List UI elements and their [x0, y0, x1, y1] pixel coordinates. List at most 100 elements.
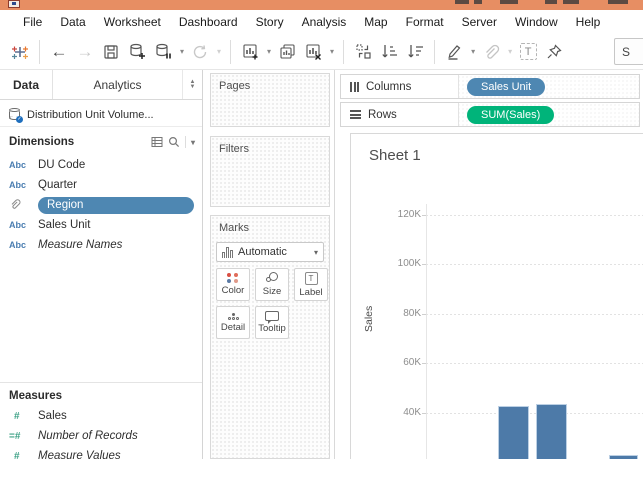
menu-item-server[interactable]: Server	[453, 12, 506, 32]
sheet-region: Columns Sales Unit Rows SUM(Sales) Sheet…	[336, 70, 643, 459]
size-button[interactable]: Size	[255, 268, 289, 301]
duplicate-sheet-icon[interactable]	[277, 39, 297, 65]
menu-item-dashboard[interactable]: Dashboard	[170, 12, 247, 32]
detail-icon	[227, 312, 239, 320]
show-me-button[interactable]: S	[614, 38, 643, 65]
titlebar-text-fragment	[500, 0, 518, 4]
columns-shelf[interactable]: Columns Sales Unit	[340, 74, 640, 99]
color-button[interactable]: Color	[216, 268, 250, 301]
filters-shelf[interactable]: Filters	[210, 136, 330, 207]
field-number-of-records[interactable]: =# Number of Records	[0, 426, 202, 446]
text-label-icon[interactable]: T	[519, 43, 537, 60]
gridline	[426, 264, 643, 265]
y-tick-label: 40K	[403, 407, 421, 418]
titlebar-text-fragment	[455, 0, 469, 4]
gridline	[426, 413, 643, 414]
pane-sort-icon[interactable]: ▲ ▼	[182, 70, 202, 99]
datasource-name: Distribution Unit Volume...	[27, 108, 154, 121]
bar-mark[interactable]	[498, 406, 529, 459]
label-icon: T	[304, 271, 318, 285]
tab-data[interactable]: Data	[0, 70, 54, 99]
field-pill-region[interactable]: Region	[38, 196, 194, 214]
redo-icon[interactable]: →	[75, 39, 95, 65]
pages-shelf[interactable]: Pages	[210, 73, 330, 127]
pause-updates-dropdown-caret[interactable]: ▾	[180, 47, 184, 56]
axis-tick	[422, 215, 426, 216]
mark-type-caret: ▾	[313, 247, 318, 257]
tooltip-button[interactable]: Tooltip	[255, 306, 289, 339]
run-updates-dropdown-caret[interactable]: ▾	[217, 47, 221, 56]
field-region-selected[interactable]: Region	[0, 195, 202, 215]
paperclip-dropdown-caret[interactable]: ▾	[508, 47, 512, 56]
view-as-list-icon[interactable]	[151, 136, 163, 148]
field-quarter[interactable]: Abc Quarter	[0, 175, 202, 195]
mark-type-dropdown[interactable]: Automatic ▾	[216, 242, 324, 262]
screenshot-bottom-whitespace	[0, 459, 643, 486]
undo-icon[interactable]: ←	[49, 39, 69, 65]
marks-card: Marks Automatic ▾ Color Size T Label Det…	[210, 215, 330, 459]
clear-sheet-dropdown-caret[interactable]: ▾	[330, 47, 334, 56]
rows-shelf-label-zone: Rows	[341, 103, 459, 126]
bar-mark[interactable]	[536, 404, 567, 459]
pill-sales-unit[interactable]: Sales Unit	[467, 77, 546, 96]
menu-item-window[interactable]: Window	[506, 12, 567, 32]
field-measure-values[interactable]: # Measure Values	[0, 446, 202, 459]
toolbar-separator	[434, 39, 436, 64]
rows-icon	[350, 110, 361, 119]
field-sales-unit[interactable]: Abc Sales Unit	[0, 215, 202, 235]
menu-item-worksheet[interactable]: Worksheet	[95, 12, 170, 32]
tab-analytics[interactable]: Analytics	[53, 70, 182, 99]
pane-divider	[0, 382, 202, 383]
datasource-item[interactable]: ✓ Distribution Unit Volume...	[0, 103, 202, 127]
run-auto-updates-icon[interactable]	[190, 39, 210, 65]
pause-auto-updates-icon[interactable]	[153, 39, 173, 65]
save-icon[interactable]	[101, 39, 121, 65]
toolbar-separator	[343, 39, 345, 64]
field-sales[interactable]: # Sales	[0, 406, 202, 426]
field-measure-names[interactable]: Abc Measure Names	[0, 235, 202, 255]
menu-item-map[interactable]: Map	[355, 12, 396, 32]
menu-item-analysis[interactable]: Analysis	[293, 12, 356, 32]
detail-button[interactable]: Detail	[216, 306, 250, 339]
sheet-title: Sheet 1	[369, 147, 421, 164]
worksheet-view[interactable]: Sheet 1 Sales 120K 100K 80K 60K 40K	[350, 133, 643, 459]
gridline	[426, 215, 643, 216]
menu-item-file[interactable]: File	[14, 12, 51, 32]
number-icon: #	[14, 450, 20, 460]
new-worksheet-dropdown-caret[interactable]: ▾	[267, 47, 271, 56]
paperclip-icon[interactable]	[481, 39, 501, 65]
highlighter-icon[interactable]	[444, 39, 464, 65]
y-tick-label: 80K	[403, 308, 421, 319]
gridline	[426, 363, 643, 364]
menu-item-data[interactable]: Data	[51, 12, 94, 32]
dimensions-menu-caret[interactable]: ▾	[191, 138, 195, 147]
search-icon[interactable]	[168, 136, 180, 148]
rows-shelf[interactable]: Rows SUM(Sales)	[340, 102, 640, 127]
toolbar: ← → ▾ ▾ ▾ ▾ ▾ ▾ T	[0, 34, 643, 70]
swap-rows-columns-icon[interactable]	[353, 39, 373, 65]
pill-sum-sales[interactable]: SUM(Sales)	[467, 105, 555, 124]
columns-shelf-label-zone: Columns	[341, 75, 459, 98]
axis-tick	[422, 363, 426, 364]
pin-icon[interactable]	[544, 39, 564, 65]
calculated-number-icon: =#	[9, 430, 21, 442]
tableau-logo-icon[interactable]	[10, 39, 30, 65]
marks-label: Marks	[219, 222, 249, 234]
show-me-label: S	[622, 44, 631, 59]
menu-item-format[interactable]: Format	[397, 12, 453, 32]
axis-tick	[422, 314, 426, 315]
menu-item-help[interactable]: Help	[567, 12, 610, 32]
abc-icon: Abc	[9, 180, 27, 190]
clear-sheet-icon[interactable]	[303, 39, 323, 65]
toolbar-separator	[39, 39, 40, 64]
pane-tabs: Data Analytics ▲ ▼	[0, 70, 202, 100]
sort-ascending-icon[interactable]	[379, 39, 399, 65]
new-data-source-icon[interactable]	[127, 39, 147, 65]
sort-descending-icon[interactable]	[405, 39, 425, 65]
new-worksheet-icon[interactable]	[240, 39, 260, 65]
field-du-code[interactable]: Abc DU Code	[0, 155, 202, 175]
highlighter-dropdown-caret[interactable]: ▾	[471, 47, 475, 56]
bar-chart-icon	[222, 246, 233, 258]
label-button[interactable]: T Label	[294, 268, 328, 301]
menu-item-story[interactable]: Story	[247, 12, 293, 32]
